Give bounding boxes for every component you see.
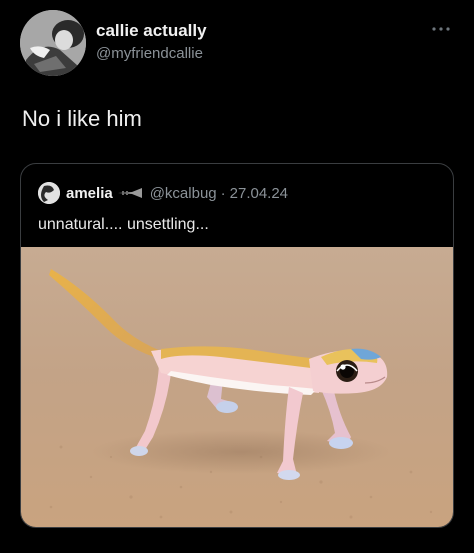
quoted-profile-photo-icon [38, 182, 60, 204]
quoted-tweet-header: amelia @kcalbug · 27.04.24 [38, 182, 288, 204]
tweet-text: No i like him [22, 106, 142, 131]
more-options-icon[interactable] [430, 24, 452, 34]
trumpet-emoji [117, 188, 142, 198]
quoted-tweet-text: unnatural.... unsettling... [38, 216, 209, 233]
quoted-author-handle[interactable]: @kcalbug [150, 185, 217, 202]
author-avatar[interactable] [20, 10, 86, 76]
gecko-photo[interactable] [21, 247, 453, 528]
quoted-author-avatar[interactable] [38, 182, 60, 204]
profile-photo-icon [20, 10, 86, 76]
quoted-author-name[interactable]: amelia [66, 185, 113, 202]
separator-dot: · [220, 184, 226, 202]
quoted-tweet-date[interactable]: 27.04.24 [230, 185, 288, 202]
quoted-tweet-card[interactable]: amelia @kcalbug · 27.04.24 unnatural....… [20, 163, 454, 528]
author-name[interactable]: callie actually [96, 21, 207, 41]
author-handle[interactable]: @myfriendcallie [96, 45, 203, 62]
tweet: callie actually @myfriendcallie No i lik… [0, 0, 474, 553]
